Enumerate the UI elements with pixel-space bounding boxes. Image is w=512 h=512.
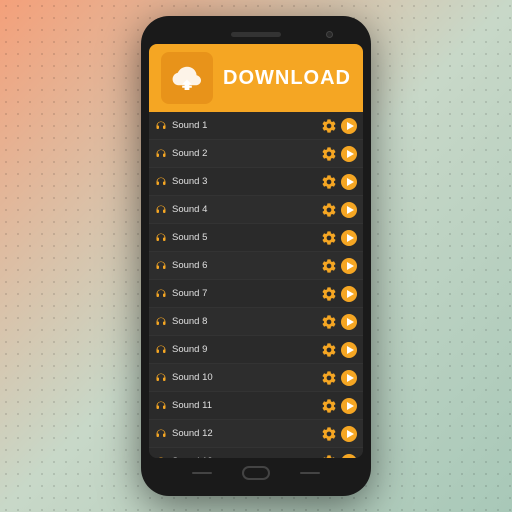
sound-list-item[interactable]: Sound 4 [149, 196, 363, 224]
sound-name: Sound 12 [167, 428, 321, 439]
play-triangle-icon [347, 234, 354, 242]
download-banner[interactable]: DOWNLOAD [149, 44, 363, 112]
download-cloud-icon [171, 62, 203, 94]
gear-icon[interactable] [321, 174, 337, 190]
gear-icon[interactable] [321, 202, 337, 218]
download-icon-box [161, 52, 213, 104]
sound-name: Sound 9 [167, 344, 321, 355]
sound-name: Sound 5 [167, 232, 321, 243]
headphone-icon [155, 372, 167, 384]
play-triangle-icon [347, 290, 354, 298]
headphone-icon [155, 260, 167, 272]
bottom-right-indicator [300, 472, 320, 474]
phone-top-bar [149, 24, 363, 44]
gear-icon[interactable] [321, 118, 337, 134]
play-triangle-icon [347, 346, 354, 354]
headphone-icon [155, 400, 167, 412]
phone-speaker [231, 32, 281, 37]
play-button[interactable] [341, 314, 357, 330]
play-button[interactable] [341, 202, 357, 218]
sound-list-item[interactable]: Sound 11 [149, 392, 363, 420]
sound-name: Sound 7 [167, 288, 321, 299]
sound-list-item[interactable]: Sound 6 [149, 252, 363, 280]
play-button[interactable] [341, 370, 357, 386]
play-triangle-icon [347, 458, 354, 459]
headphone-icon [155, 344, 167, 356]
headphone-icon [155, 288, 167, 300]
sound-name: Sound 1 [167, 120, 321, 131]
play-button[interactable] [341, 230, 357, 246]
headphone-icon [155, 428, 167, 440]
gear-icon[interactable] [321, 426, 337, 442]
gear-icon[interactable] [321, 342, 337, 358]
headphone-icon [155, 316, 167, 328]
sound-list-item[interactable]: Sound 1 [149, 112, 363, 140]
sound-list-item[interactable]: Sound 12 [149, 420, 363, 448]
gear-icon[interactable] [321, 230, 337, 246]
play-button[interactable] [341, 286, 357, 302]
phone-camera [326, 31, 333, 38]
headphone-icon [155, 148, 167, 160]
gear-icon[interactable] [321, 314, 337, 330]
play-triangle-icon [347, 178, 354, 186]
sound-list-item[interactable]: Sound 2 [149, 140, 363, 168]
play-button[interactable] [341, 426, 357, 442]
play-triangle-icon [347, 318, 354, 326]
bottom-left-indicator [192, 472, 212, 474]
play-button[interactable] [341, 342, 357, 358]
play-button[interactable] [341, 174, 357, 190]
sound-list-item[interactable]: Sound 5 [149, 224, 363, 252]
gear-icon[interactable] [321, 258, 337, 274]
sound-name: Sound 13 [167, 456, 321, 458]
play-triangle-icon [347, 206, 354, 214]
gear-icon[interactable] [321, 370, 337, 386]
gear-icon[interactable] [321, 286, 337, 302]
headphone-icon [155, 204, 167, 216]
play-button[interactable] [341, 454, 357, 459]
sound-name: Sound 11 [167, 400, 321, 411]
sound-name: Sound 2 [167, 148, 321, 159]
play-triangle-icon [347, 122, 354, 130]
play-triangle-icon [347, 402, 354, 410]
sound-name: Sound 10 [167, 372, 321, 383]
sound-list-item[interactable]: Sound 9 [149, 336, 363, 364]
phone-screen: DOWNLOAD Sound 1 Sound 2 [149, 44, 363, 458]
sound-name: Sound 6 [167, 260, 321, 271]
sound-name: Sound 4 [167, 204, 321, 215]
download-label: DOWNLOAD [223, 67, 351, 90]
play-button[interactable] [341, 146, 357, 162]
home-button[interactable] [242, 466, 270, 480]
sound-list-item[interactable]: Sound 13 [149, 448, 363, 458]
sound-name: Sound 3 [167, 176, 321, 187]
headphone-icon [155, 232, 167, 244]
play-triangle-icon [347, 150, 354, 158]
headphone-icon [155, 176, 167, 188]
sound-list[interactable]: Sound 1 Sound 2 Sound 3 [149, 112, 363, 458]
play-button[interactable] [341, 258, 357, 274]
play-triangle-icon [347, 262, 354, 270]
play-triangle-icon [347, 430, 354, 438]
sound-name: Sound 8 [167, 316, 321, 327]
sound-list-item[interactable]: Sound 7 [149, 280, 363, 308]
headphone-icon [155, 456, 167, 459]
gear-icon[interactable] [321, 146, 337, 162]
sound-list-item[interactable]: Sound 10 [149, 364, 363, 392]
phone-device: DOWNLOAD Sound 1 Sound 2 [141, 16, 371, 496]
play-button[interactable] [341, 398, 357, 414]
gear-icon[interactable] [321, 398, 337, 414]
sound-list-item[interactable]: Sound 3 [149, 168, 363, 196]
sound-list-item[interactable]: Sound 8 [149, 308, 363, 336]
gear-icon[interactable] [321, 454, 337, 459]
play-triangle-icon [347, 374, 354, 382]
headphone-icon [155, 120, 167, 132]
phone-bottom [149, 458, 363, 488]
play-button[interactable] [341, 118, 357, 134]
